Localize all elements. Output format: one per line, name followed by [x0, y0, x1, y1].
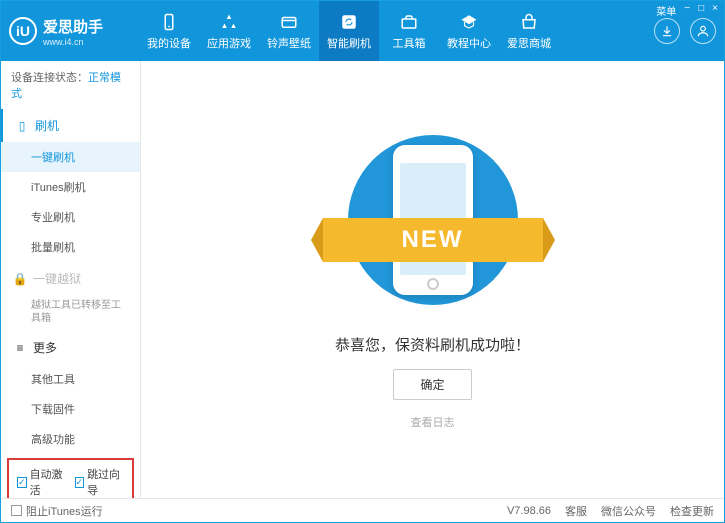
- minimize-icon[interactable]: −: [684, 3, 690, 18]
- tab-tutorials[interactable]: 教程中心: [439, 1, 499, 61]
- phone-icon: ▯: [15, 119, 29, 133]
- footer-service[interactable]: 客服: [565, 503, 587, 519]
- phone-icon: [159, 12, 179, 32]
- sidebar-item-oneclick-flash[interactable]: 一键刷机: [1, 142, 140, 172]
- menu-icon: ≡: [13, 341, 27, 355]
- section-flash[interactable]: ▯ 刷机: [1, 109, 140, 142]
- section-jailbreak[interactable]: 🔒 一键越狱: [1, 262, 140, 295]
- logo-icon: iU: [9, 17, 37, 45]
- wallet-icon: [279, 12, 299, 32]
- checkbox-row-highlighted: ✓自动激活 ✓跳过向导: [7, 458, 134, 498]
- sidebar-item-advanced[interactable]: 高级功能: [1, 424, 140, 454]
- app-name: 爱思助手: [43, 16, 103, 37]
- close-icon[interactable]: ×: [712, 3, 718, 18]
- nav-tabs: 我的设备 应用游戏 铃声壁纸 智能刷机 工具箱 教程中心 爱思商城: [139, 1, 654, 61]
- checkbox-skip-guide[interactable]: ✓跳过向导: [75, 466, 125, 498]
- view-log-link[interactable]: 查看日志: [411, 414, 455, 430]
- download-button[interactable]: [654, 18, 680, 44]
- sidebar-item-download-firmware[interactable]: 下载固件: [1, 394, 140, 424]
- sidebar-item-itunes-flash[interactable]: iTunes刷机: [1, 172, 140, 202]
- toolbox-icon: [399, 12, 419, 32]
- maximize-icon[interactable]: □: [698, 3, 704, 18]
- menu-icon[interactable]: 菜单: [656, 3, 676, 18]
- confirm-button[interactable]: 确定: [393, 369, 471, 400]
- logo-area: iU 爱思助手 www.i4.cn: [9, 16, 139, 47]
- sidebar-item-pro-flash[interactable]: 专业刷机: [1, 202, 140, 232]
- user-button[interactable]: [690, 18, 716, 44]
- footer-block-itunes[interactable]: 阻止iTunes运行: [11, 503, 103, 519]
- new-banner: NEW: [323, 218, 543, 262]
- window-controls: 菜单 − □ ×: [656, 3, 718, 18]
- footer-wechat[interactable]: 微信公众号: [601, 503, 656, 519]
- refresh-icon: [339, 12, 359, 32]
- connection-status: 设备连接状态：正常模式: [1, 61, 140, 109]
- jailbreak-note: 越狱工具已转移至工具箱: [1, 295, 140, 331]
- sidebar-item-other-tools[interactable]: 其他工具: [1, 364, 140, 394]
- version-label: V7.98.66: [507, 505, 551, 517]
- section-more[interactable]: ≡ 更多: [1, 331, 140, 364]
- footer: 阻止iTunes运行 V7.98.66 客服 微信公众号 检查更新: [1, 498, 724, 522]
- tab-store[interactable]: 爱思商城: [499, 1, 559, 61]
- tab-ringtones[interactable]: 铃声壁纸: [259, 1, 319, 61]
- graduation-icon: [459, 12, 479, 32]
- tab-my-device[interactable]: 我的设备: [139, 1, 199, 61]
- sidebar-item-batch-flash[interactable]: 批量刷机: [1, 232, 140, 262]
- sidebar: 设备连接状态：正常模式 ▯ 刷机 一键刷机 iTunes刷机 专业刷机 批量刷机…: [1, 61, 141, 498]
- checkbox-icon: ✓: [17, 477, 27, 488]
- footer-update[interactable]: 检查更新: [670, 503, 714, 519]
- tab-toolbox[interactable]: 工具箱: [379, 1, 439, 61]
- app-header: iU 爱思助手 www.i4.cn 我的设备 应用游戏 铃声壁纸 智能刷机 工具…: [1, 1, 724, 61]
- apps-icon: [219, 12, 239, 32]
- checkbox-auto-activate[interactable]: ✓自动激活: [17, 466, 67, 498]
- checkbox-icon: ✓: [75, 477, 85, 488]
- main-content: NEW 恭喜您，保资料刷机成功啦！ 确定 查看日志: [141, 61, 724, 498]
- checkbox-icon: [11, 505, 22, 516]
- app-url: www.i4.cn: [43, 37, 103, 47]
- success-illustration: NEW: [333, 130, 533, 310]
- lock-icon: 🔒: [13, 272, 27, 286]
- tab-smart-flash[interactable]: 智能刷机: [319, 1, 379, 61]
- success-message: 恭喜您，保资料刷机成功啦！: [335, 334, 530, 355]
- store-icon: [519, 12, 539, 32]
- tab-apps[interactable]: 应用游戏: [199, 1, 259, 61]
